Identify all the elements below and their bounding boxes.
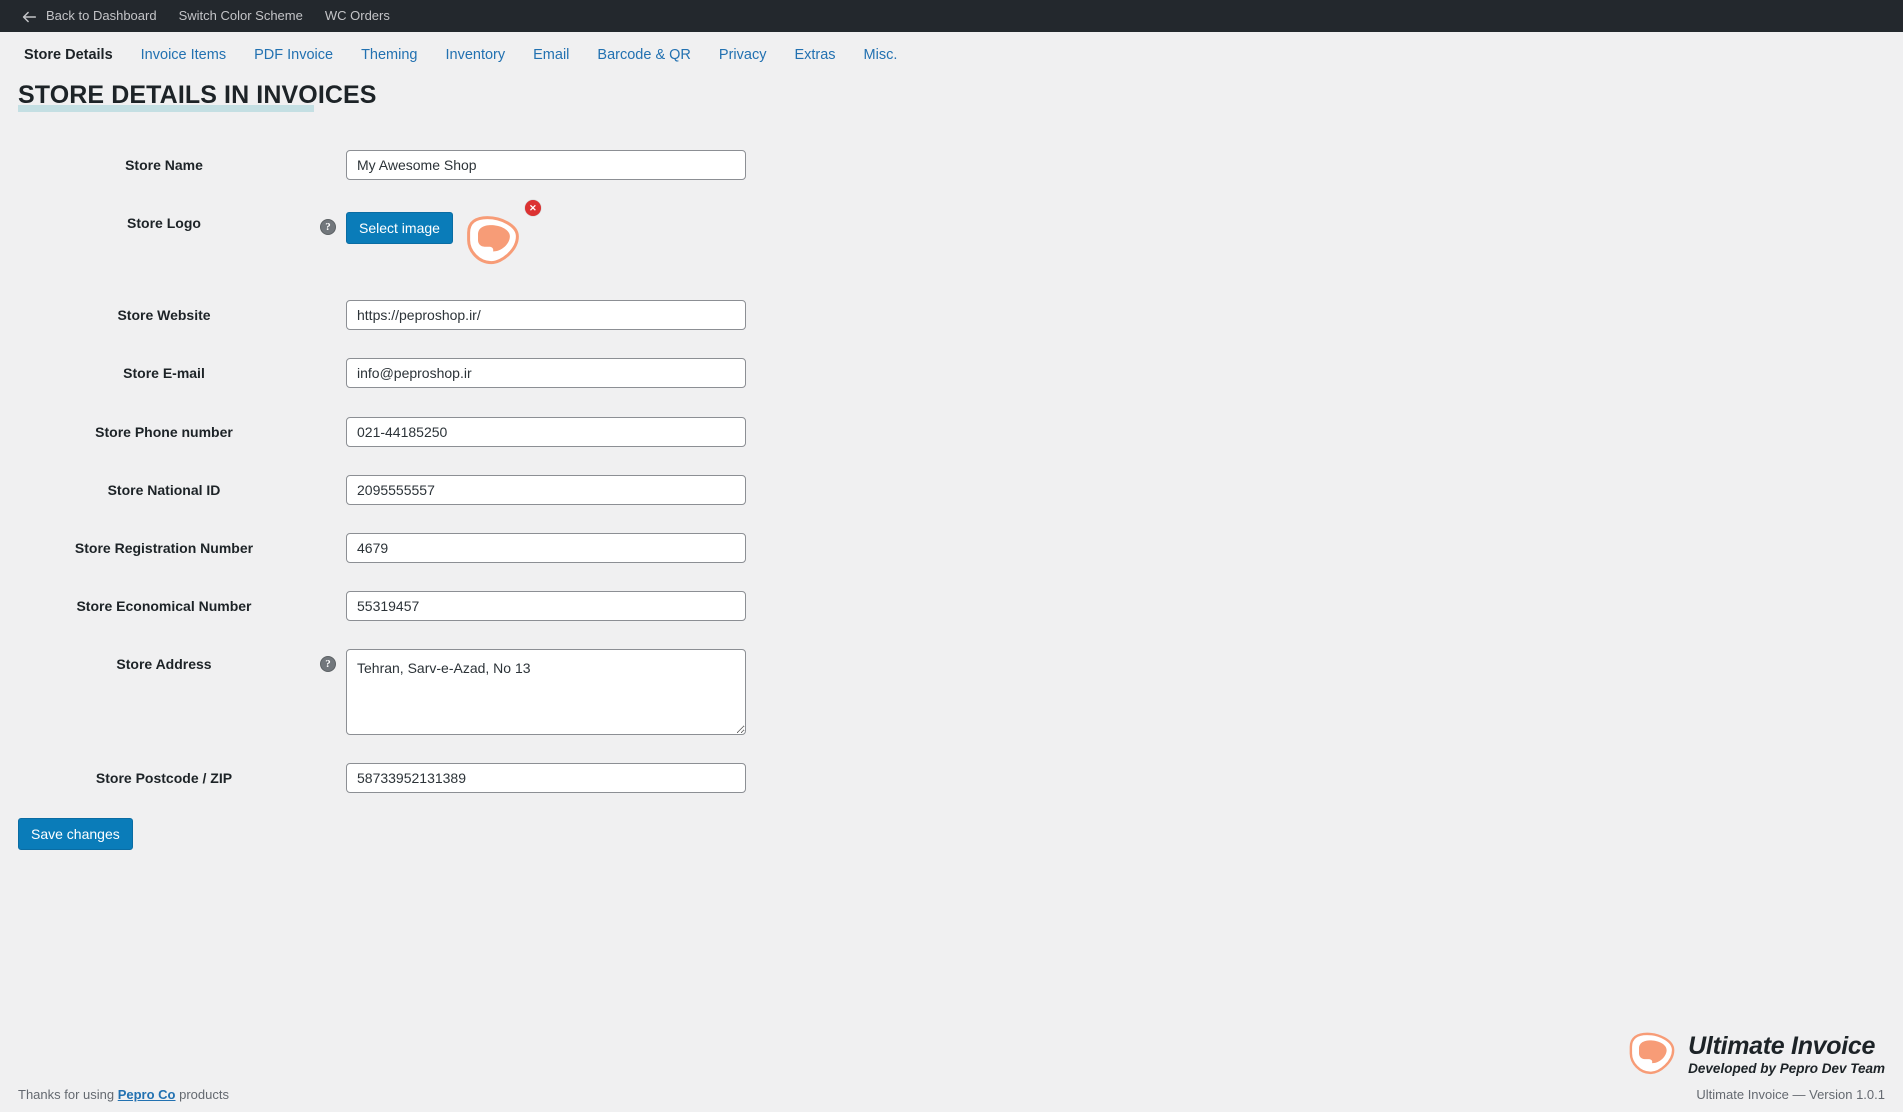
label-store-postcode: Store Postcode / ZIP [95, 770, 233, 787]
switch-color-scheme-label: Switch Color Scheme [178, 8, 303, 23]
question-mark-icon[interactable]: ? [320, 219, 336, 236]
form-row-store-registration-number: Store Registration Number [0, 519, 1903, 577]
footer-brand-area: Ultimate Invoice Developed by Pepro Dev … [1626, 1029, 1885, 1102]
ultimate-invoice-logo-icon [1626, 1029, 1678, 1081]
pepro-co-link[interactable]: Pepro Co [118, 1087, 176, 1102]
store-logo-preview [463, 212, 523, 272]
settings-tab-bar: Store Details Invoice Items PDF Invoice … [0, 32, 1903, 75]
form-row-store-logo: Store Logo ? Select image ✕ [0, 194, 1903, 286]
tab-misc[interactable]: Misc. [864, 47, 926, 63]
tab-email[interactable]: Email [533, 47, 597, 63]
save-changes-button[interactable]: Save changes [18, 817, 133, 850]
form-row-store-phone: Store Phone number [0, 403, 1903, 461]
label-store-logo: Store Logo [127, 215, 201, 232]
tab-barcode-qr[interactable]: Barcode & QR [597, 47, 719, 63]
page-title-text: STORE DETAILS IN INVOICES [18, 81, 377, 109]
label-store-national-id: Store National ID [107, 481, 221, 498]
store-website-input[interactable] [346, 300, 746, 331]
wc-orders-label: WC Orders [324, 8, 390, 23]
page-body: Store Details Invoice Items PDF Invoice … [0, 32, 1903, 1112]
page-title: STORE DETAILS IN INVOICES [18, 81, 377, 112]
store-economical-number-input[interactable] [346, 591, 746, 622]
form-row-store-name: Store Name [0, 136, 1903, 194]
store-national-id-input[interactable] [346, 474, 746, 505]
arrow-left-icon [20, 8, 38, 26]
form-row-store-postcode: Store Postcode / ZIP [0, 749, 1903, 807]
tab-inventory[interactable]: Inventory [445, 47, 533, 63]
back-to-dashboard-label: Back to Dashboard [46, 8, 157, 23]
submit-area: Save changes [0, 808, 1903, 850]
version-line: Ultimate Invoice — Version 1.0.1 [1696, 1087, 1885, 1102]
store-details-form: Store Name Store Logo ? Select image [0, 136, 1903, 808]
form-row-store-email: Store E-mail [0, 344, 1903, 402]
back-to-dashboard-link[interactable]: Back to Dashboard [9, 0, 168, 32]
select-image-button[interactable]: Select image [346, 212, 453, 245]
tab-privacy[interactable]: Privacy [719, 47, 795, 63]
label-store-website: Store Website [117, 307, 211, 324]
tab-theming[interactable]: Theming [361, 47, 445, 63]
footer-thanks: Thanks for using Pepro Co products [18, 1087, 229, 1102]
brand-subtitle: Developed by Pepro Dev Team [1688, 1060, 1885, 1076]
tab-pdf-invoice[interactable]: PDF Invoice [254, 47, 361, 63]
form-row-store-economical-number: Store Economical Number [0, 577, 1903, 635]
switch-color-scheme-link[interactable]: Switch Color Scheme [168, 0, 314, 32]
ultimate-invoice-brand: Ultimate Invoice Developed by Pepro Dev … [1626, 1029, 1885, 1081]
form-row-store-website: Store Website [0, 286, 1903, 344]
label-store-registration-number: Store Registration Number [74, 539, 254, 556]
label-store-economical-number: Store Economical Number [76, 598, 252, 615]
store-email-input[interactable] [346, 358, 746, 389]
remove-logo-close-icon[interactable]: ✕ [524, 200, 541, 217]
label-store-phone: Store Phone number [95, 423, 233, 440]
admin-bar: Back to Dashboard Switch Color Scheme WC… [0, 0, 1903, 32]
store-registration-number-input[interactable] [346, 532, 746, 563]
label-store-name: Store Name [125, 157, 203, 173]
footer-thanks-suffix: products [175, 1087, 229, 1102]
page-footer: Thanks for using Pepro Co products Ultim… [0, 1029, 1903, 1112]
brand-name: Ultimate Invoice [1688, 1032, 1876, 1061]
store-name-input[interactable] [346, 150, 746, 180]
store-phone-input[interactable] [346, 416, 746, 447]
store-postcode-input[interactable] [346, 763, 746, 794]
brand-text-block: Ultimate Invoice Developed by Pepro Dev … [1688, 1033, 1885, 1076]
wc-orders-link[interactable]: WC Orders [314, 0, 401, 32]
form-row-store-national-id: Store National ID [0, 461, 1903, 519]
question-mark-icon[interactable]: ? [320, 656, 336, 673]
label-store-address: Store Address [116, 656, 212, 673]
form-row-store-address: Store Address ? Tehran, Sarv-e-Azad, No … [0, 635, 1903, 749]
tab-extras[interactable]: Extras [794, 47, 863, 63]
store-logo-preview-wrap: ✕ [463, 200, 541, 272]
tab-store-details[interactable]: Store Details [20, 47, 141, 63]
footer-thanks-prefix: Thanks for using [18, 1087, 118, 1102]
label-store-email: Store E-mail [123, 365, 205, 382]
store-address-textarea[interactable]: Tehran, Sarv-e-Azad, No 13 [346, 649, 746, 736]
tab-invoice-items[interactable]: Invoice Items [141, 47, 254, 63]
